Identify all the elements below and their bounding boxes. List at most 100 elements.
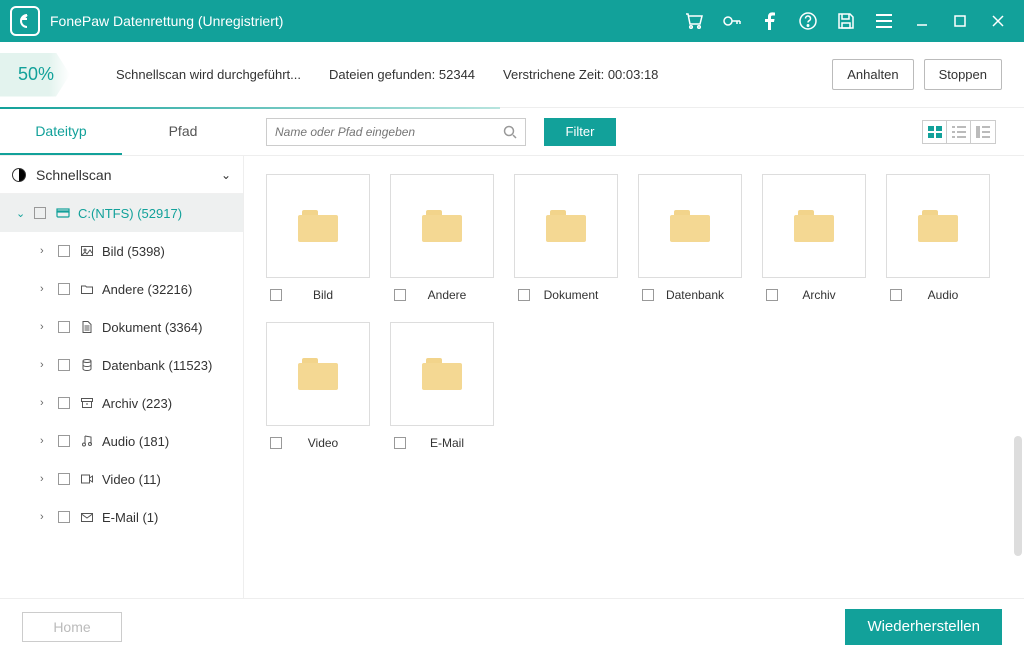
folder-thumb[interactable] [762, 174, 866, 278]
folder-thumb[interactable] [886, 174, 990, 278]
pause-button[interactable]: Anhalten [832, 59, 913, 90]
video-icon [80, 474, 94, 484]
tree-item-email[interactable]: › E-Mail (1) [0, 498, 243, 536]
tree-item-bild[interactable]: › Bild (5398) [0, 232, 243, 270]
folder-tile: Video [266, 322, 370, 450]
tree-item-archiv[interactable]: › Archiv (223) [0, 384, 243, 422]
folder-tile: Archiv [762, 174, 866, 302]
folder-label-row: Audio [886, 288, 990, 302]
folder-label: Andere [400, 288, 494, 302]
chevron-right-icon: › [40, 435, 54, 447]
titlebar-actions [684, 11, 1014, 31]
tree-item-andere[interactable]: › Andere (32216) [0, 270, 243, 308]
tree-drive-row[interactable]: ⌄ C:(NTFS) (52917) [0, 194, 243, 232]
facebook-icon[interactable] [760, 11, 780, 31]
folder-label-row: Bild [266, 288, 370, 302]
scan-mode-label: Schnellscan [36, 167, 112, 183]
chevron-right-icon: › [40, 397, 54, 409]
folder-icon [80, 284, 94, 294]
tree-drive-label: C:(NTFS) (52917) [78, 206, 182, 221]
folder-icon [422, 358, 462, 390]
search-input-wrap[interactable] [266, 118, 526, 146]
folder-icon [546, 210, 586, 242]
checkbox[interactable] [34, 207, 46, 219]
checkbox[interactable] [58, 397, 70, 409]
folder-tile: Bild [266, 174, 370, 302]
tree-item-audio[interactable]: › Audio (181) [0, 422, 243, 460]
help-icon[interactable] [798, 11, 818, 31]
chevron-right-icon: › [40, 473, 54, 485]
scrollbar-thumb[interactable] [1014, 436, 1022, 556]
chevron-down-icon: ⌄ [16, 207, 30, 220]
tree-item-label: Bild (5398) [102, 244, 165, 259]
folder-tile: Audio [886, 174, 990, 302]
tab-path[interactable]: Pfad [122, 108, 244, 155]
folder-label-row: Dokument [514, 288, 618, 302]
archive-icon [80, 398, 94, 408]
tree-item-video[interactable]: › Video (11) [0, 460, 243, 498]
cart-icon[interactable] [684, 11, 704, 31]
folder-tile: Datenbank [638, 174, 742, 302]
search-icon[interactable] [503, 125, 517, 139]
stop-button[interactable]: Stoppen [924, 59, 1002, 90]
maximize-icon[interactable] [950, 11, 970, 31]
scan-mode-header[interactable]: Schnellscan ⌄ [0, 156, 243, 194]
chevron-right-icon: › [40, 321, 54, 333]
scrollbar[interactable] [1014, 156, 1022, 598]
chevron-right-icon: › [40, 283, 54, 295]
folder-thumb[interactable] [514, 174, 618, 278]
checkbox[interactable] [58, 435, 70, 447]
chevron-down-icon: ⌄ [221, 168, 231, 182]
folder-thumb[interactable] [390, 174, 494, 278]
checkbox[interactable] [58, 473, 70, 485]
checkbox[interactable] [58, 511, 70, 523]
checkbox[interactable] [58, 359, 70, 371]
checkbox[interactable] [58, 283, 70, 295]
minimize-icon[interactable] [912, 11, 932, 31]
content-area: Bild Andere Dokument Datenbank Archiv [244, 156, 1024, 598]
folder-label: E-Mail [400, 436, 494, 450]
menu-icon[interactable] [874, 11, 894, 31]
checkbox[interactable] [58, 321, 70, 333]
close-icon[interactable] [988, 11, 1008, 31]
home-button[interactable]: Home [22, 612, 122, 642]
checkbox[interactable] [58, 245, 70, 257]
chevron-right-icon: › [40, 245, 54, 257]
tree-item-dokument[interactable]: › Dokument (3364) [0, 308, 243, 346]
view-grid-icon[interactable] [923, 121, 947, 143]
main-area: Schnellscan ⌄ ⌄ C:(NTFS) (52917) › Bild … [0, 156, 1024, 598]
progress-elapsed: Verstrichene Zeit: 00:03:18 [503, 67, 658, 82]
chevron-right-icon: › [40, 359, 54, 371]
folder-thumb[interactable] [390, 322, 494, 426]
search-input[interactable] [275, 125, 503, 139]
folder-thumb[interactable] [638, 174, 742, 278]
folder-icon [794, 210, 834, 242]
tree-item-datenbank[interactable]: › Datenbank (11523) [0, 346, 243, 384]
progress-percent-badge: 50% [0, 53, 70, 97]
database-icon [80, 359, 94, 371]
folder-label-row: Video [266, 436, 370, 450]
view-detail-icon[interactable] [971, 121, 995, 143]
folder-thumb[interactable] [266, 322, 370, 426]
sidebar-tabs: Dateityp Pfad [0, 108, 244, 155]
folder-thumb[interactable] [266, 174, 370, 278]
save-icon[interactable] [836, 11, 856, 31]
filter-button[interactable]: Filter [544, 118, 616, 146]
view-list-icon[interactable] [947, 121, 971, 143]
view-switch [922, 120, 996, 144]
folder-label: Dokument [524, 288, 618, 302]
scan-dot-icon [12, 168, 26, 182]
progress-status-text: Schnellscan wird durchgeführt... [116, 67, 301, 82]
chevron-right-icon: › [40, 511, 54, 523]
folder-icon [298, 358, 338, 390]
folder-tile: E-Mail [390, 322, 494, 450]
folder-grid: Bild Andere Dokument Datenbank Archiv [266, 174, 1002, 450]
folder-label-row: Andere [390, 288, 494, 302]
key-icon[interactable] [722, 11, 742, 31]
audio-icon [80, 435, 94, 447]
tab-filetype[interactable]: Dateityp [0, 108, 122, 155]
recover-button[interactable]: Wiederherstellen [845, 609, 1002, 645]
drive-icon [56, 208, 70, 218]
titlebar: FonePaw Datenrettung (Unregistriert) [0, 0, 1024, 42]
tree-item-label: Archiv (223) [102, 396, 172, 411]
